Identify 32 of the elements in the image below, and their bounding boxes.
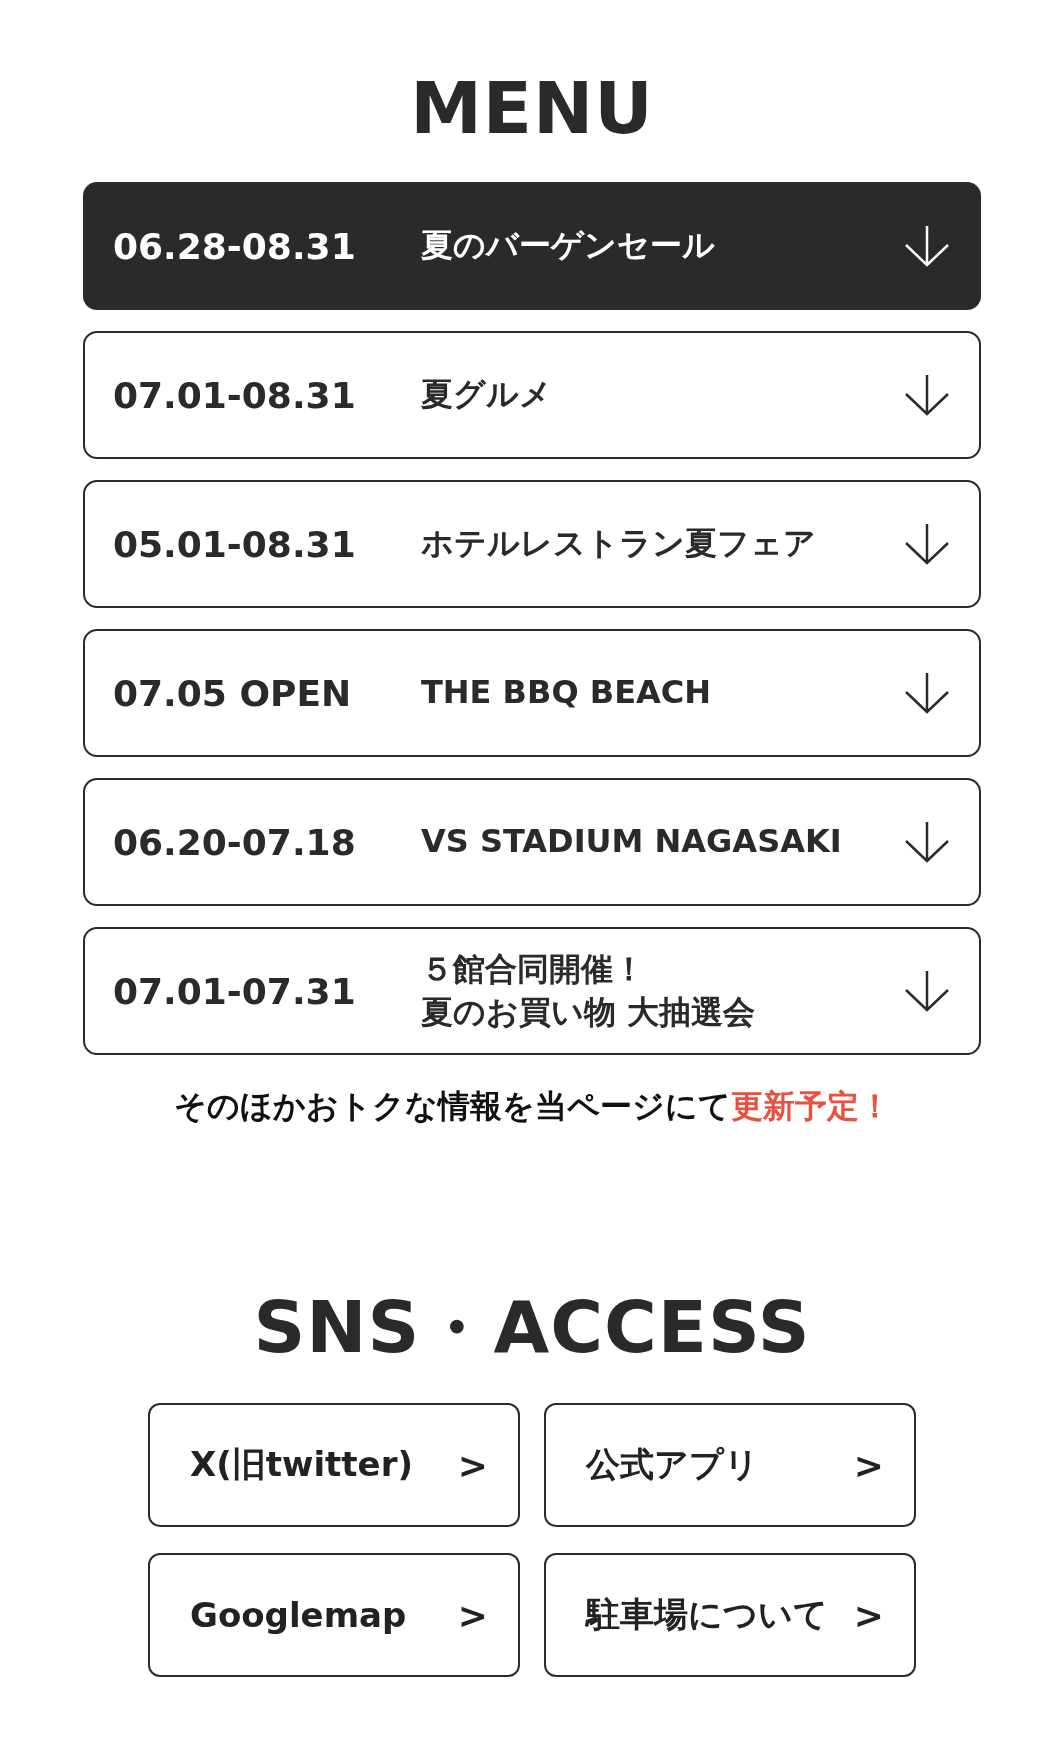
date-text: 07.05 OPEN — [113, 672, 353, 714]
date-text: 06.28-08.31 — [113, 225, 357, 267]
menu-item[interactable]: 07.05 OPEN THE BBQ BEACH — [83, 629, 981, 757]
date-text: 07.01-08.31 — [113, 374, 357, 416]
menu-subtitle: 夏のお買い物 大抽選会 — [421, 992, 756, 1033]
menu-item[interactable]: 06.28-08.31 夏のバーゲンセール — [83, 182, 981, 310]
down-arrow-icon — [903, 373, 951, 417]
down-arrow-icon — [903, 522, 951, 566]
menu-item[interactable]: 05.01-08.31 ホテルレストラン夏フェア — [83, 480, 981, 608]
date-text: 06.20-07.18 — [113, 821, 357, 863]
down-arrow-icon — [903, 969, 951, 1013]
section-title: MENU — [410, 72, 654, 144]
menu-title: 夏グルメ — [421, 374, 552, 416]
menu-title: VS STADIUM NAGASAKI — [421, 821, 842, 863]
menu-item[interactable]: 06.20-07.18 VS STADIUM NAGASAKI — [83, 778, 981, 906]
menu-title: ホテルレストラン夏フェア — [421, 523, 816, 565]
notice-text: そのほかおトクな情報を当ページにて更新予定！ — [173, 1086, 891, 1127]
menu-item[interactable]: 07.01-07.31 ５館合同開催！ 夏のお買い物 大抽選会 — [83, 927, 981, 1055]
link-button[interactable]: 公式アプリ > — [544, 1403, 916, 1527]
menu-title: THE BBQ BEACH — [421, 672, 711, 714]
down-arrow-icon — [903, 671, 951, 715]
down-arrow-icon — [903, 224, 951, 268]
link-button[interactable]: Googlemap > — [148, 1553, 520, 1677]
link-button[interactable]: X(旧twitter) > — [148, 1403, 520, 1527]
date-text: 07.01-07.31 — [113, 970, 357, 1012]
menu-item[interactable]: 07.01-08.31 夏グルメ — [83, 331, 981, 459]
link-button[interactable]: 駐車場について > — [544, 1553, 916, 1677]
section-title: SNS・ACCESS — [253, 1291, 811, 1363]
date-text: 05.01-08.31 — [113, 523, 357, 565]
down-arrow-icon — [903, 820, 951, 864]
menu-title: 夏のバーゲンセール — [421, 225, 715, 267]
menu-title: ５館合同開催！ — [421, 948, 645, 990]
